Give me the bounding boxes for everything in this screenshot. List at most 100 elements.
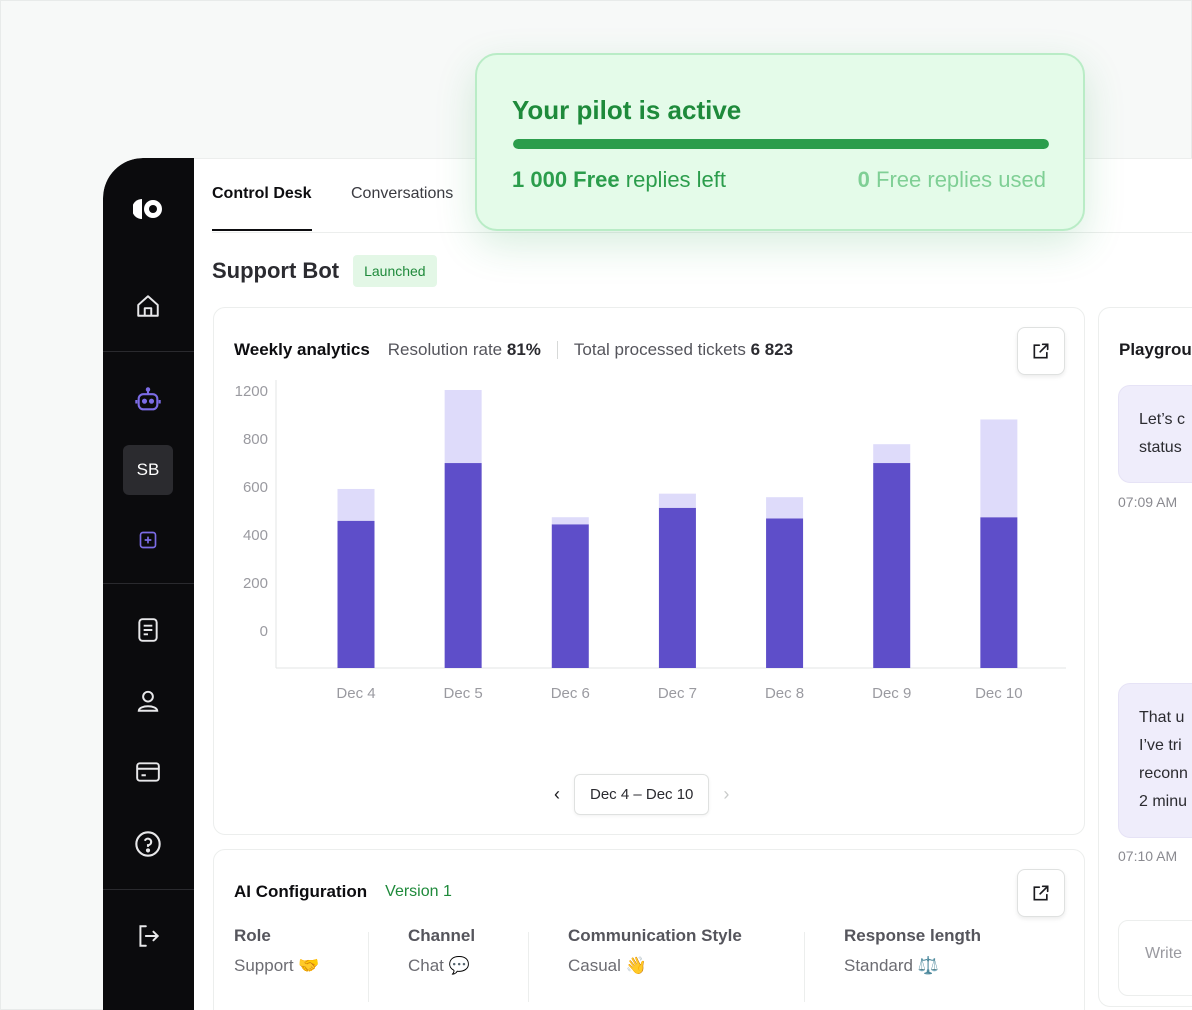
chat-line: status	[1139, 439, 1182, 456]
config-label: Channel	[408, 926, 476, 945]
bar-segment-primary	[337, 520, 375, 668]
total-tickets: Total processed tickets 6 823	[573, 340, 794, 359]
config-header: AI Configuration Version 1	[234, 882, 452, 902]
logout-icon[interactable]	[131, 919, 165, 953]
x-tick-label: Dec 7	[658, 685, 697, 702]
config-value: Support 🤝	[234, 956, 320, 975]
external-link-icon	[1033, 885, 1049, 901]
x-tick-label: Dec 8	[765, 685, 804, 702]
y-tick-label: 800	[243, 431, 268, 448]
pilot-title: Your pilot is active	[512, 95, 742, 125]
playground-title: Playground	[1119, 340, 1192, 359]
external-link-icon	[1033, 343, 1049, 359]
bar-segment-secondary	[444, 390, 482, 464]
config-separator	[804, 932, 805, 1002]
analytics-title: Weekly analytics	[234, 340, 370, 359]
x-tick-label: Dec 10	[975, 685, 1023, 702]
bar-segment-primary	[444, 463, 482, 668]
message-input[interactable]: Write	[1118, 920, 1192, 996]
message-timestamp: 07:09 AM	[1118, 494, 1178, 510]
sidebar-divider	[103, 583, 194, 584]
message-timestamp: 07:10 AM	[1118, 848, 1178, 864]
bar-segment-secondary	[658, 493, 696, 508]
config-label: Role	[234, 926, 271, 945]
main-content: Control Desk Conversations Support Bot L…	[194, 158, 1192, 1010]
y-tick-label: 600	[243, 479, 268, 496]
config-version: Version 1	[385, 883, 452, 900]
status-badge: Launched	[353, 255, 437, 287]
chevron-right-icon[interactable]: ›	[723, 784, 729, 805]
brand-logo	[133, 199, 162, 219]
x-tick-label: Dec 6	[551, 685, 590, 702]
help-icon[interactable]	[131, 827, 165, 861]
sidebar-divider	[103, 351, 194, 352]
x-tick-label: Dec 4	[336, 685, 375, 702]
date-range-nav: ‹ Dec 4 – Dec 10 ›	[554, 774, 729, 815]
tab-conversations[interactable]: Conversations	[351, 185, 453, 229]
y-tick-label: 200	[243, 575, 268, 592]
bar-segment-secondary	[766, 497, 804, 519]
config-value: Casual 👋	[568, 956, 647, 975]
analytics-header: Weekly analytics Resolution rate 81% Tot…	[234, 340, 793, 360]
y-tick-label: 1200	[235, 383, 268, 400]
bot-avatar[interactable]: SB	[123, 445, 173, 495]
bar-segment-primary	[873, 463, 911, 668]
chat-line: I’ve tri	[1139, 737, 1182, 754]
document-icon[interactable]	[131, 613, 165, 647]
bar-segment-primary	[980, 517, 1018, 668]
open-config-button[interactable]	[1017, 869, 1065, 917]
sidebar-divider	[103, 889, 194, 890]
header-separator	[556, 341, 558, 359]
replies-left: 1 000 Free replies left	[512, 167, 727, 192]
title-row: Support Bot Launched	[212, 255, 437, 287]
chevron-left-icon[interactable]: ‹	[554, 784, 560, 805]
pilot-progress-fill	[513, 139, 1049, 149]
chat-line: That u	[1139, 709, 1185, 726]
date-range-button[interactable]: Dec 4 – Dec 10	[574, 774, 710, 815]
config-value: Standard ⚖️	[844, 956, 939, 975]
y-tick-label: 400	[243, 527, 268, 544]
page-title: Support Bot	[212, 258, 340, 283]
playground-card: Playground Let’s c status 07:09 AM That …	[1098, 307, 1192, 1007]
chat-bubble: That u I’ve tri reconn 2 minu	[1118, 683, 1192, 838]
resolution-rate: Resolution rate 81%	[387, 340, 541, 359]
bar-segment-secondary	[337, 488, 375, 521]
bar-segment-primary	[551, 524, 589, 668]
bar-segment-primary	[766, 518, 804, 668]
replies-used: 0 Free replies used	[857, 167, 1046, 192]
sidebar: SB	[103, 158, 194, 1010]
config-value: Chat 💬	[408, 956, 470, 975]
chat-line: 2 minu	[1139, 793, 1188, 810]
config-label: Response length	[844, 926, 981, 945]
bar-segment-secondary	[551, 517, 589, 525]
ai-configuration-card: AI Configuration Version 1 Role Support …	[213, 849, 1085, 1010]
bar-segment-secondary	[873, 444, 911, 464]
bar-segment-secondary	[980, 419, 1018, 518]
config-title: AI Configuration	[234, 882, 368, 901]
config-separator	[368, 932, 369, 1002]
x-tick-label: Dec 9	[872, 685, 911, 702]
card-icon[interactable]	[131, 755, 165, 789]
robot-icon[interactable]	[131, 383, 165, 417]
tab-control-desk[interactable]: Control Desk	[212, 185, 312, 231]
config-response-length: Response length Standard ⚖️	[844, 926, 1021, 976]
chat-bubble: Let’s c status	[1118, 385, 1192, 483]
y-tick-label: 0	[260, 623, 268, 640]
app-window: SB Control Desk Conversations Support Bo…	[103, 158, 1192, 1010]
x-tick-label: Dec 5	[444, 685, 483, 702]
weekly-bar-chart: 1200 800 600 400 200 0 Dec 4 Dec 5 Dec 6 Dec 7 Dec…	[235, 380, 1066, 702]
weekly-analytics-card: Weekly analytics Resolution rate 81% Tot…	[213, 307, 1085, 835]
config-communication-style: Communication Style Casual 👋	[568, 926, 782, 976]
config-label: Communication Style	[568, 926, 742, 945]
plus-square-icon[interactable]	[131, 523, 165, 557]
home-icon[interactable]	[131, 289, 165, 323]
bar-segment-primary	[658, 507, 696, 668]
chat-line: reconn	[1139, 765, 1188, 782]
pilot-progress-bar	[513, 139, 1049, 149]
config-channel: Channel Chat 💬	[408, 926, 515, 976]
user-icon[interactable]	[131, 684, 165, 718]
config-role: Role Support 🤝	[234, 926, 359, 976]
config-separator	[528, 932, 529, 1002]
pilot-status-popup: Your pilot is active 1 000 Free replies …	[475, 53, 1085, 231]
chat-line: Let’s c	[1139, 411, 1185, 428]
